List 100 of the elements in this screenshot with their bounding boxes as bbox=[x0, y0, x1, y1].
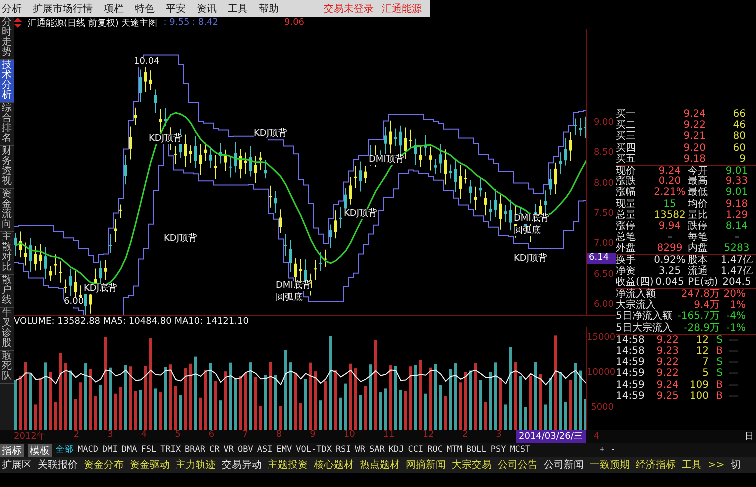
zoom-button[interactable]: + bbox=[600, 445, 605, 455]
menu-item[interactable]: 扩展市场行情 bbox=[33, 2, 93, 16]
function-tab[interactable]: 资金驱动 bbox=[130, 458, 170, 472]
function-tab[interactable]: 扩展区 bbox=[2, 458, 32, 472]
trade-mark: — bbox=[728, 334, 739, 346]
chart-annotation: 6.00 bbox=[64, 297, 84, 307]
indicator-tab[interactable]: CR bbox=[210, 445, 220, 455]
trade-price: 9.23 bbox=[656, 346, 679, 358]
indicator-tab[interactable]: 全部 bbox=[56, 444, 74, 456]
chart-annotation: KDJ顶背 bbox=[149, 134, 182, 144]
bid-volume: 60 bbox=[732, 142, 746, 154]
trade-mark: — bbox=[728, 390, 739, 402]
indicator-tab[interactable]: DMI bbox=[102, 445, 118, 455]
trade-volume: 5 bbox=[702, 368, 709, 380]
function-tab[interactable]: 热点题材 bbox=[360, 458, 400, 472]
trade-side: B bbox=[715, 390, 723, 402]
flow-percent: -4% bbox=[726, 311, 746, 323]
date-label: 3 bbox=[108, 430, 114, 442]
zoom-button[interactable]: - bbox=[610, 445, 616, 455]
up-down-arrow-icon[interactable] bbox=[14, 18, 22, 28]
side-tab[interactable]: 技术分析 bbox=[0, 60, 14, 103]
panel-button[interactable]: 指标 bbox=[0, 444, 24, 456]
function-tab[interactable]: 主力轨迹 bbox=[176, 458, 216, 472]
function-tab[interactable]: 一致预期 bbox=[590, 458, 630, 472]
trade-side: B bbox=[715, 380, 723, 391]
function-tab[interactable]: 公司新闻 bbox=[544, 458, 584, 472]
indicator-tab[interactable]: MCST bbox=[510, 445, 531, 455]
indicator-tab[interactable]: PSY bbox=[490, 445, 506, 455]
menu-item[interactable]: 帮助 bbox=[259, 2, 279, 16]
indicator-tab[interactable]: ROC bbox=[428, 445, 443, 455]
indicator-tab[interactable]: MTM bbox=[446, 445, 462, 455]
indicator-tab[interactable]: EMV bbox=[276, 445, 292, 455]
axis-label: 9.00 bbox=[592, 117, 615, 129]
axis-label: 7.00 bbox=[592, 238, 615, 250]
chart-annotation: DMI顶背 bbox=[369, 155, 404, 165]
side-tab[interactable]: 散户线 bbox=[0, 275, 14, 308]
panel-button[interactable]: 模板 bbox=[28, 444, 52, 456]
quote-label: 最高 bbox=[687, 176, 709, 188]
function-tab[interactable]: >> bbox=[708, 460, 725, 470]
trade-price: 9.22 bbox=[656, 368, 679, 380]
function-tab[interactable]: 关联报价 bbox=[38, 458, 78, 472]
indicator-tab[interactable]: MACD bbox=[78, 445, 98, 455]
date-label: 12 bbox=[422, 430, 434, 442]
chart-annotation: KDJ底背 bbox=[84, 284, 118, 294]
side-tab[interactable]: 资金流向 bbox=[0, 189, 14, 232]
menu-item[interactable]: 项栏 bbox=[104, 2, 124, 16]
menu-item[interactable]: 工具 bbox=[228, 2, 248, 16]
menu-item[interactable]: 资讯 bbox=[197, 2, 217, 16]
date-label: 11 bbox=[383, 430, 395, 442]
indicator-tab[interactable]: BOLL bbox=[466, 445, 487, 455]
function-tab[interactable]: 交易异动 bbox=[222, 458, 262, 472]
menu-item[interactable]: 特色 bbox=[135, 2, 155, 16]
indicator-tab[interactable]: TRIX bbox=[160, 445, 182, 455]
indicator-tab[interactable]: VR bbox=[224, 445, 234, 455]
indicator-tab[interactable]: SAR bbox=[370, 445, 385, 455]
quote-value: 8.14 bbox=[724, 220, 750, 232]
trade-price: 9.22 bbox=[656, 334, 679, 346]
side-tab[interactable]: 牛叉诊股 bbox=[0, 308, 14, 351]
function-tab[interactable]: 核心题材 bbox=[314, 458, 354, 472]
flow-percent: 1% bbox=[729, 300, 746, 312]
indicator-tab[interactable]: ASI bbox=[257, 445, 273, 455]
indicator-tab[interactable]: FSL bbox=[141, 445, 157, 455]
function-tab[interactable]: 主题投资 bbox=[268, 458, 308, 472]
indicator-tab[interactable]: RSI bbox=[336, 445, 352, 455]
indicator-tab[interactable]: OBV bbox=[238, 445, 254, 455]
menu-item[interactable]: 分析 bbox=[2, 2, 22, 16]
indicator-values: : 9.55 : 8.42 bbox=[164, 18, 218, 28]
menu-item[interactable]: 平安 bbox=[166, 2, 186, 16]
function-tab[interactable]: 切 bbox=[730, 458, 741, 472]
quote-value: 5283 bbox=[723, 243, 751, 254]
date-label: 6 bbox=[208, 430, 215, 442]
side-tab[interactable]: 综合排名 bbox=[0, 103, 14, 146]
function-tab[interactable]: 工具 bbox=[682, 458, 702, 472]
function-tab[interactable]: 资金分布 bbox=[84, 458, 124, 472]
indicator-tab[interactable]: DMA bbox=[122, 445, 138, 455]
function-tab[interactable]: 大宗交易 bbox=[452, 458, 492, 472]
quote-value: 2.21% bbox=[654, 187, 686, 198]
indicator-tab[interactable]: VOL-TDX bbox=[296, 445, 332, 455]
quote-value: 9.01 bbox=[718, 164, 756, 176]
function-tab[interactable]: 经济指标 bbox=[636, 458, 676, 472]
flow-label: 大宗流入 bbox=[616, 300, 656, 312]
quote-value: 0.045 bbox=[654, 276, 686, 288]
date-label: 3 bbox=[496, 430, 502, 442]
function-tab[interactable]: 公司公告 bbox=[498, 458, 538, 472]
trade-price: 9.25 bbox=[656, 390, 679, 402]
trade-time: 14:59 bbox=[616, 357, 646, 368]
quote-value: 9.24 bbox=[654, 164, 686, 176]
chart-annotation: 圆弧底 bbox=[276, 293, 303, 303]
function-tab[interactable]: 网摘新闻 bbox=[406, 458, 446, 472]
quote-label: 总笔 bbox=[616, 232, 637, 244]
quote-value: 1.47亿 bbox=[718, 254, 756, 266]
side-tab[interactable]: 财务透视 bbox=[0, 146, 14, 189]
bid-label: 买一 bbox=[616, 109, 637, 120]
indicator-tab[interactable]: KDJ bbox=[388, 445, 404, 455]
indicator-tab[interactable]: CCI bbox=[408, 445, 424, 455]
indicator-tab[interactable]: BRAR bbox=[185, 445, 206, 455]
flow-amount: -28.9万 bbox=[683, 322, 720, 334]
quote-value: 8299 bbox=[656, 243, 684, 254]
axis-label: 6.00 bbox=[592, 298, 615, 311]
indicator-tab[interactable]: WR bbox=[355, 445, 366, 455]
